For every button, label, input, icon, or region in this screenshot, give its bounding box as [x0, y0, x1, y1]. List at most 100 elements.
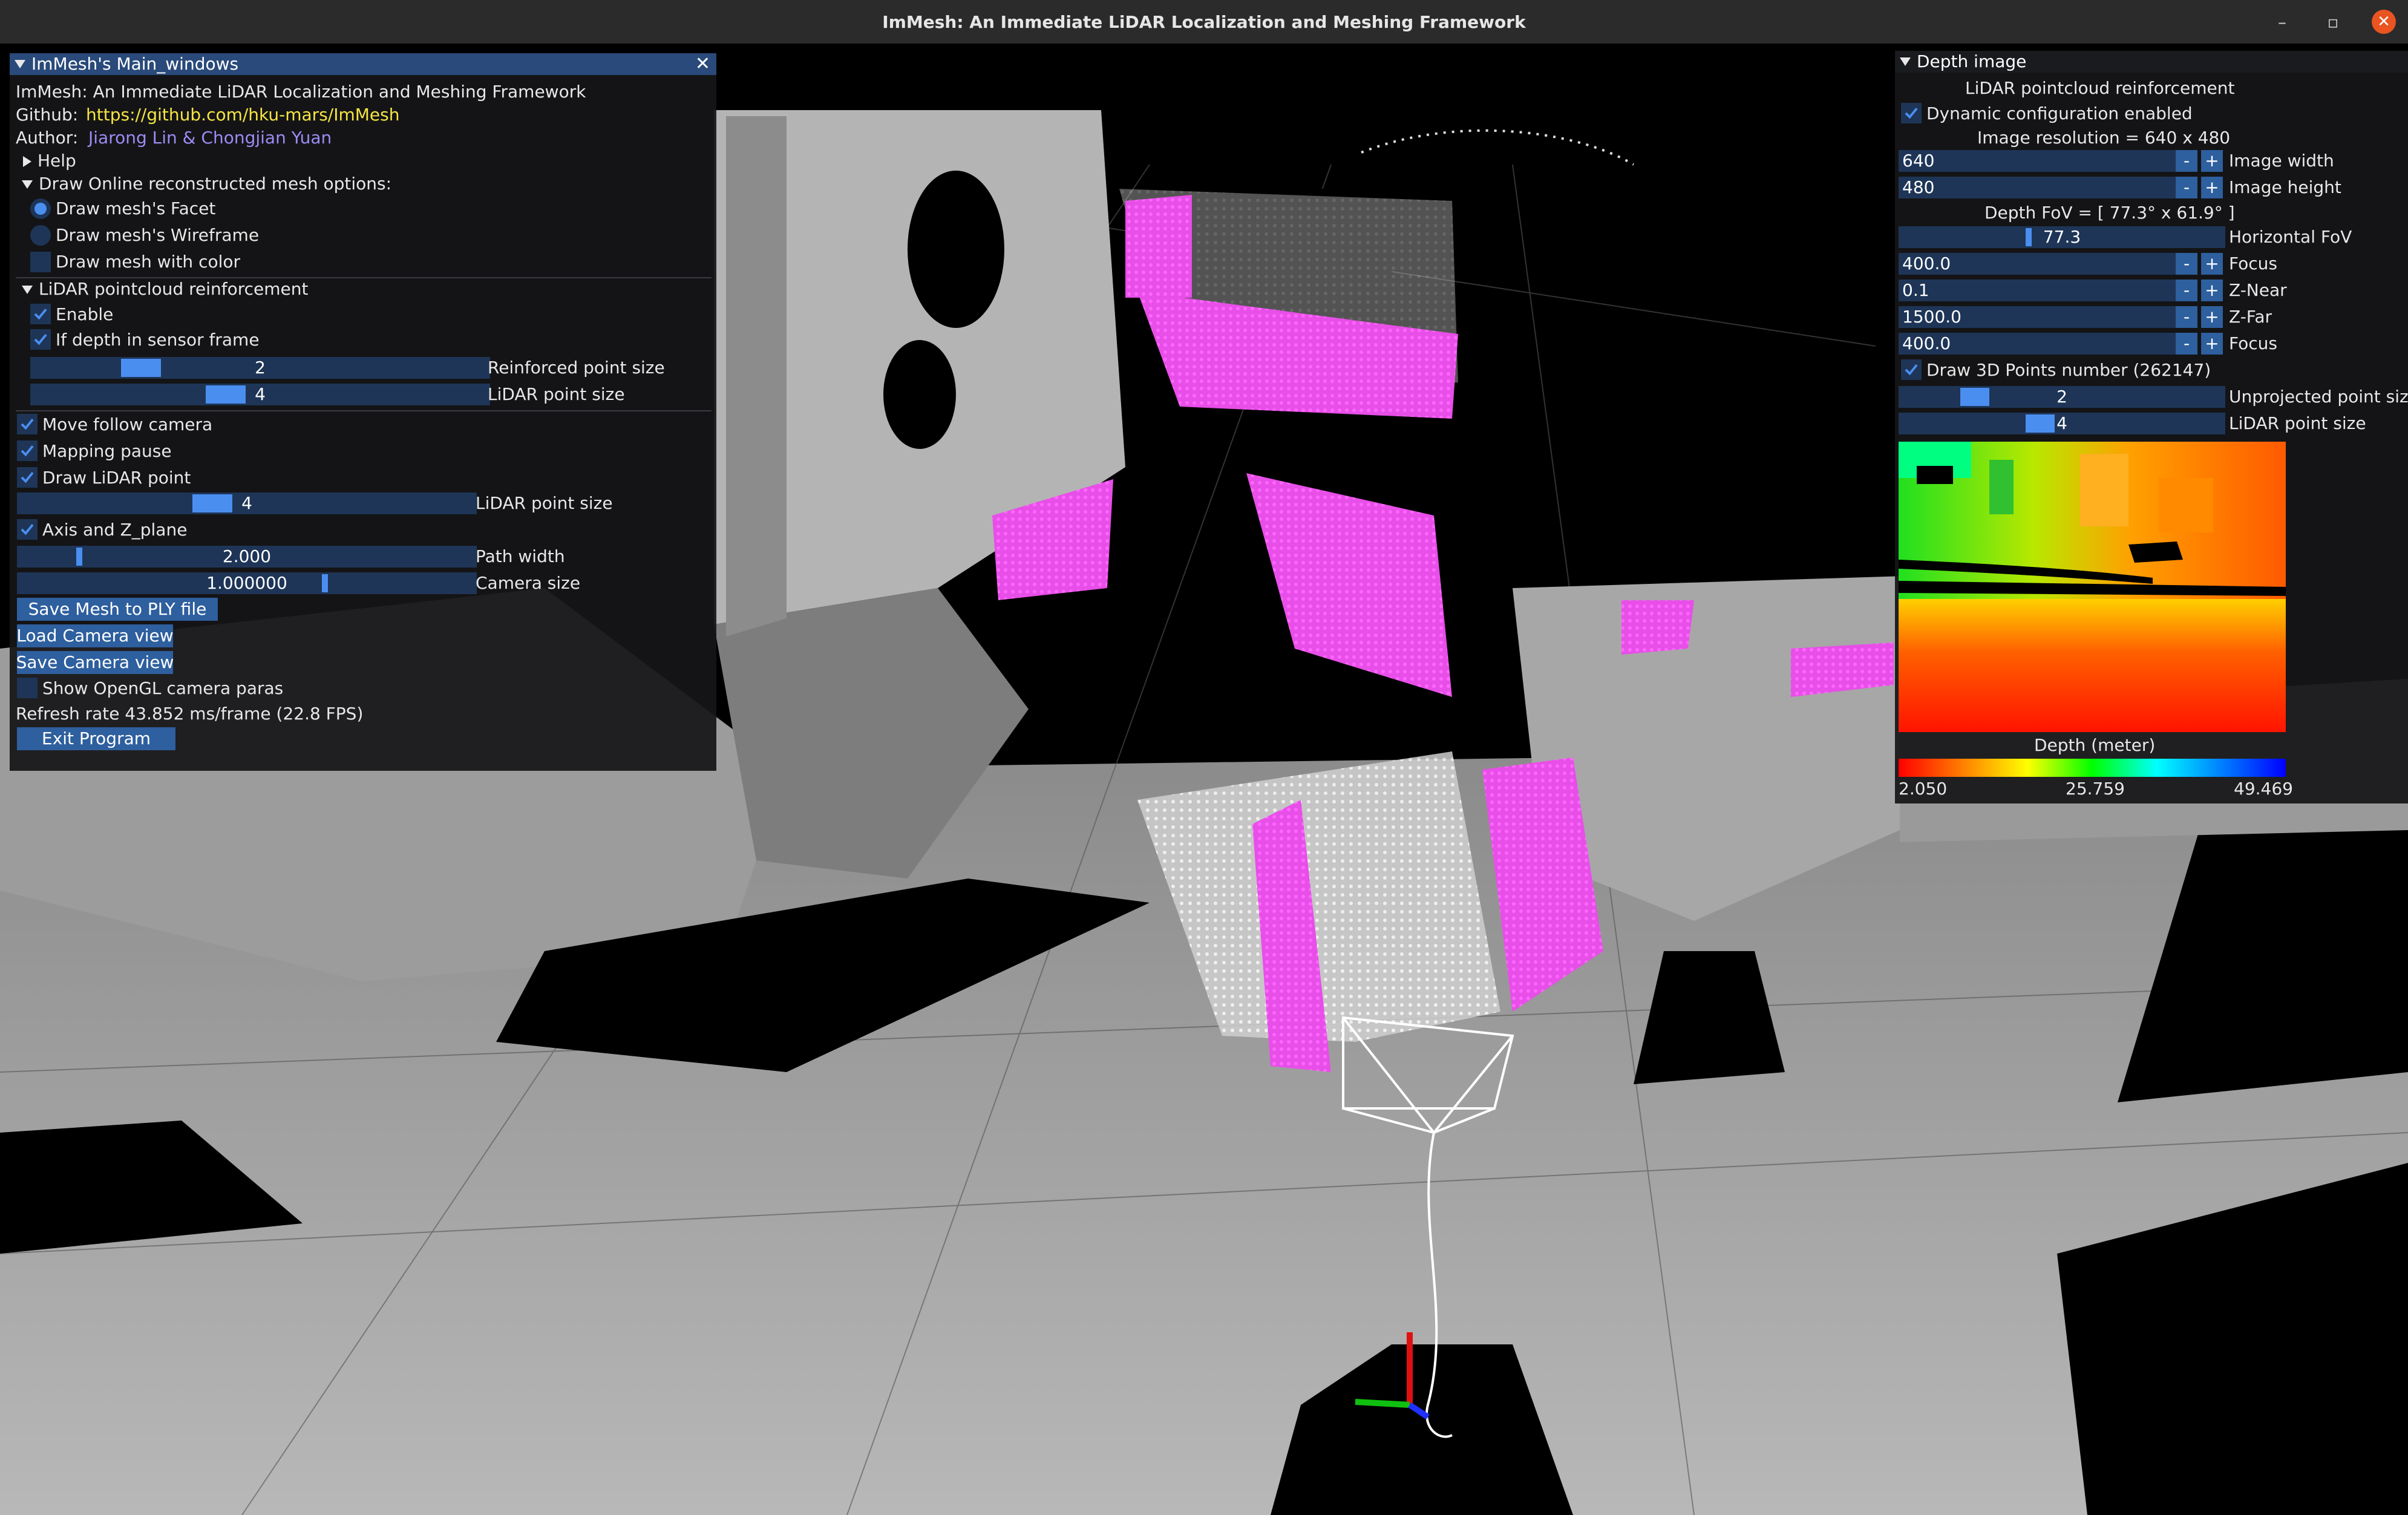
github-link[interactable]: https://github.com/hku-mars/ImMesh [86, 106, 399, 123]
image-height-plus-button[interactable]: + [2201, 177, 2223, 198]
image-width-input[interactable]: 640 [1899, 150, 2178, 172]
checkbox-depth-sensor[interactable] [30, 329, 51, 350]
panel-close-icon[interactable]: ✕ [695, 55, 710, 73]
draw-3d-points-label: Draw 3D Points number (262147) [1926, 360, 2211, 380]
checkbox-enable[interactable] [30, 304, 51, 324]
checkbox-draw-lidar[interactable] [17, 467, 38, 488]
znear-label: Z-Near [2229, 280, 2287, 300]
close-icon[interactable]: ✕ [2372, 10, 2396, 34]
refresh-rate-text: Refresh rate 43.852 ms/frame (22.8 FPS) [16, 704, 364, 724]
depth-max-value: 49.469 [2234, 779, 2293, 799]
dynamic-config-label: Dynamic configuration enabled [1926, 103, 2193, 123]
help-tree-node[interactable]: Help [23, 152, 76, 169]
depth-fov-text: Depth FoV = [ 77.3° x 61.9° ] [1984, 203, 2235, 223]
depth-colorbar-label: Depth (meter) [2034, 735, 2156, 755]
unprojected-point-size-slider[interactable]: 2 [1899, 386, 2225, 408]
focus-input-1[interactable]: 400.0 [1899, 253, 2178, 275]
image-width-plus-button[interactable]: + [2201, 150, 2223, 172]
depth-mid-value: 25.759 [2066, 779, 2125, 799]
author-label: Author: [16, 128, 79, 148]
collapse-arrow-icon[interactable] [15, 60, 25, 68]
image-width-minus-button[interactable]: - [2176, 150, 2197, 172]
divider [16, 410, 712, 411]
checkbox-mesh-color[interactable] [30, 252, 51, 272]
radio-mesh-wireframe[interactable] [30, 225, 51, 246]
znear-minus-button[interactable]: - [2176, 280, 2197, 301]
checkbox-axis-zplane[interactable] [17, 519, 38, 540]
focus-minus-button-2[interactable]: - [2176, 333, 2197, 355]
app-description: ImMesh: An Immediate LiDAR Localization … [16, 82, 586, 102]
depth-lidar-point-size-label: LiDAR point size [2229, 413, 2366, 433]
restore-icon[interactable]: ▫ [2321, 10, 2345, 34]
unprojected-point-size-label: Unprojected point size [2229, 387, 2408, 407]
zfar-plus-button[interactable]: + [2201, 306, 2223, 328]
mesh-color-label: Draw mesh with color [56, 252, 241, 272]
checkbox-show-opengl[interactable] [17, 678, 38, 698]
image-width-label: Image width [2229, 151, 2334, 171]
horizontal-fov-label: Horizontal FoV [2229, 227, 2352, 247]
collapse-arrow-icon[interactable] [1900, 57, 1911, 66]
focus-minus-button-1[interactable]: - [2176, 253, 2197, 275]
draw-lidar-label: Draw LiDAR point [42, 468, 191, 488]
zfar-input[interactable]: 1500.0 [1899, 306, 2178, 328]
znear-plus-button[interactable]: + [2201, 280, 2223, 301]
path-width-label: Path width [476, 546, 565, 566]
image-height-minus-button[interactable]: - [2176, 177, 2197, 198]
github-label: Github: [16, 105, 79, 125]
window-title: ImMesh: An Immediate LiDAR Localization … [882, 11, 1526, 32]
load-camera-button[interactable]: Load Camera view [16, 624, 174, 647]
mesh-facet-label: Draw mesh's Facet [56, 198, 216, 218]
checkbox-mapping-pause[interactable] [17, 440, 38, 461]
lidar-point-size-slider[interactable]: 4 [30, 384, 490, 405]
focus-label-2: Focus [2229, 333, 2277, 353]
image-height-input[interactable]: 480 [1899, 177, 2178, 198]
checkbox-move-follow[interactable] [17, 414, 38, 434]
horizontal-fov-slider[interactable]: 77.3 [1899, 226, 2225, 248]
focus-label-1: Focus [2229, 254, 2277, 273]
lidar-point-size-label: LiDAR point size [488, 384, 625, 404]
lidar-point-size-slider-2[interactable]: 4 [17, 492, 477, 514]
checkbox-draw-3d-points[interactable] [1901, 359, 1922, 380]
depth-image-header[interactable]: Depth image [1895, 51, 2408, 73]
depth-sensor-label: If depth in sensor frame [56, 330, 260, 350]
main-window-title: ImMesh's Main_windows [31, 54, 239, 74]
mesh-wireframe-label: Draw mesh's Wireframe [56, 225, 260, 245]
depth-lidar-point-size-slider[interactable]: 4 [1899, 413, 2225, 434]
zfar-minus-button[interactable]: - [2176, 306, 2197, 328]
save-mesh-button[interactable]: Save Mesh to PLY file [17, 598, 218, 621]
collapse-arrow-icon [22, 180, 33, 189]
reinforced-point-size-label: Reinforced point size [488, 358, 665, 378]
window-titlebar: ImMesh: An Immediate LiDAR Localization … [0, 0, 2408, 44]
focus-plus-button-2[interactable]: + [2201, 333, 2223, 355]
reinforced-point-size-slider[interactable]: 2 [30, 357, 490, 379]
image-resolution-text: Image resolution = 640 x 480 [1977, 128, 2231, 148]
reinforce-tree-node[interactable]: LiDAR pointcloud reinforcement [22, 281, 308, 298]
save-camera-button[interactable]: Save Camera view [16, 651, 174, 674]
radio-mesh-facet[interactable] [30, 198, 51, 219]
path-width-slider[interactable]: 2.000 [17, 546, 477, 568]
znear-input[interactable]: 0.1 [1899, 280, 2178, 301]
move-follow-label: Move follow camera [42, 414, 213, 434]
axis-zplane-label: Axis and Z_plane [42, 520, 188, 540]
checkbox-dynamic-config[interactable] [1901, 103, 1922, 123]
camera-size-slider[interactable]: 1.000000 [17, 572, 477, 594]
lidar-point-size-label-2: LiDAR point size [476, 493, 613, 513]
minimize-icon[interactable]: – [2270, 10, 2294, 34]
depth-min-value: 2.050 [1899, 779, 1948, 799]
mesh-options-tree-node[interactable]: Draw Online reconstructed mesh options: [22, 175, 391, 192]
collapse-arrow-icon [22, 286, 33, 294]
depth-image-title: Depth image [1917, 51, 2027, 71]
main-window-panel: ImMesh's Main_windows ✕ ImMesh: An Immed… [10, 53, 716, 771]
depth-image-view [1899, 442, 2286, 732]
camera-size-label: Camera size [476, 573, 581, 593]
image-height-label: Image height [2229, 177, 2341, 197]
expand-arrow-icon [23, 156, 31, 167]
main-window-header[interactable]: ImMesh's Main_windows ✕ [10, 53, 716, 75]
exit-program-button[interactable]: Exit Program [17, 727, 175, 750]
show-opengl-label: Show OpenGL camera paras [42, 678, 284, 698]
focus-plus-button-1[interactable]: + [2201, 253, 2223, 275]
reinforce-label: LiDAR pointcloud reinforcement [1965, 78, 2235, 98]
depth-colorbar [1899, 759, 2286, 777]
focus-input-2[interactable]: 400.0 [1899, 333, 2178, 355]
mapping-pause-label: Mapping pause [42, 441, 172, 461]
